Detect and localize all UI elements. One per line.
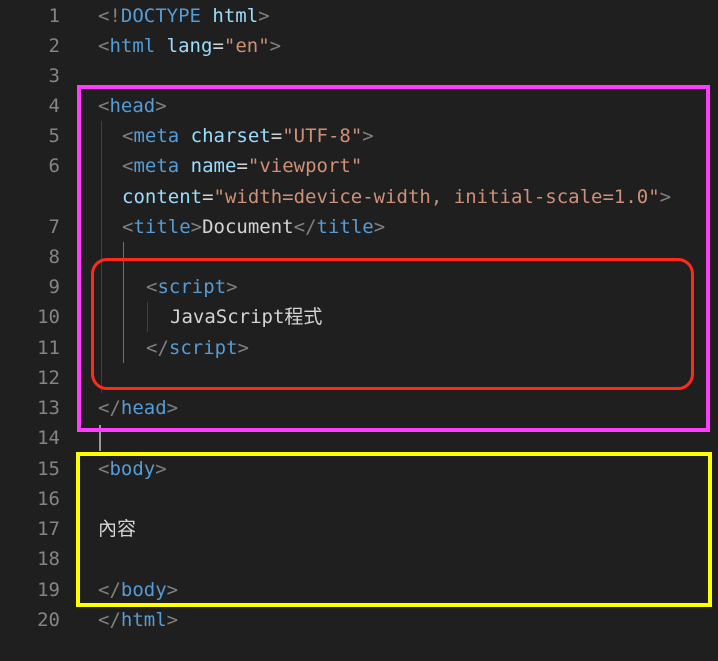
- line-number: 19: [37, 579, 60, 601]
- script-highlight-box: [91, 258, 694, 390]
- line-number: 4: [48, 95, 60, 117]
- line-number: 16: [37, 488, 60, 510]
- line-number: 9: [48, 276, 60, 298]
- line-number: 5: [48, 125, 60, 147]
- line-number: 6: [48, 155, 60, 177]
- line-number: 20: [37, 609, 60, 631]
- line-number: 15: [37, 458, 60, 480]
- line-number: 12: [37, 367, 60, 389]
- line-number: 1: [48, 5, 60, 27]
- line-number: 3: [48, 65, 60, 87]
- code-line-2: <html lang="en">: [98, 35, 282, 57]
- code-line-20: </html>: [98, 609, 179, 631]
- line-number: 8: [48, 246, 60, 268]
- line-number: 14: [37, 427, 60, 449]
- line-number: 10: [37, 306, 60, 328]
- line-number: 11: [37, 337, 60, 359]
- code-editor[interactable]: 1 2 3 4 5 6 7 8 9 10 11 12 13 14 15 16 1…: [0, 0, 718, 661]
- line-number: 17: [37, 518, 60, 540]
- line-number: 7: [48, 216, 60, 238]
- line-number: 2: [48, 35, 60, 57]
- line-number: 18: [37, 548, 60, 570]
- code-line-1: <!DOCTYPE html>: [98, 5, 270, 27]
- body-highlight-box: [76, 452, 712, 607]
- line-number: 13: [37, 397, 60, 419]
